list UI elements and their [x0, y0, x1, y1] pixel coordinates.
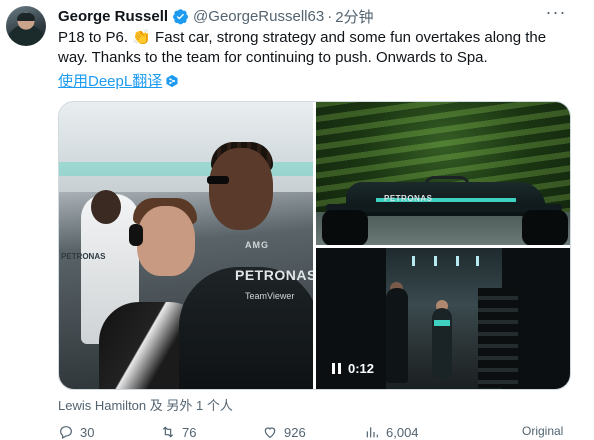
views-button[interactable]: 6,004: [364, 424, 466, 440]
reply-count: 30: [80, 424, 95, 440]
like-count: 926: [284, 424, 306, 440]
view-count: 6,004: [386, 424, 419, 440]
photo-car[interactable]: PETRONAS: [316, 102, 570, 245]
repost-icon: [162, 426, 174, 438]
repost-count: 76: [182, 424, 197, 440]
verified-badge-icon: [173, 8, 188, 24]
like-button[interactable]: 926: [262, 424, 364, 440]
deepl-icon: [166, 74, 178, 87]
action-bar: 30 76 926 6,004: [58, 424, 578, 440]
photo2-car-text: PETRONAS: [384, 194, 433, 203]
photo1-teamviewer-logo: TeamViewer: [245, 291, 295, 301]
timestamp[interactable]: 2分钟: [335, 6, 373, 27]
reply-icon: [60, 426, 72, 440]
original-language-label[interactable]: Original: [522, 424, 563, 438]
heart-icon: [264, 427, 276, 439]
media-grid: PETRONAS AMG PETRONAS TeamViewer PETRONA…: [58, 101, 571, 390]
reply-button[interactable]: 30: [58, 424, 160, 440]
separator: ·: [327, 7, 333, 25]
tweet-header: George Russell @GeorgeRussell63 · 2分钟: [58, 6, 374, 26]
photo1-petronas-logo: PETRONAS: [235, 267, 313, 283]
tagged-people-label: Lewis Hamilton 及 另外 1 个人: [58, 398, 233, 413]
photo-drivers[interactable]: PETRONAS AMG PETRONAS TeamViewer: [59, 102, 313, 389]
photo1-amg-logo: AMG: [245, 240, 269, 250]
repost-button[interactable]: 76: [160, 424, 262, 440]
translate-link[interactable]: 使用DeepL翻译: [58, 70, 179, 91]
pause-icon[interactable]: [332, 363, 341, 374]
video-controls[interactable]: 0:12: [332, 361, 374, 376]
translate-label: 使用DeepL翻译: [58, 73, 163, 90]
video-garage[interactable]: 0:12: [316, 248, 570, 389]
author-name[interactable]: George Russell: [58, 8, 168, 25]
photo1-petronas-small: PETRONAS: [61, 252, 106, 261]
tagged-people[interactable]: Lewis Hamilton 及 另外 1 个人: [58, 395, 233, 414]
tweet-text: P18 to P6. 👏 Fast car, strong strategy a…: [58, 29, 547, 66]
author-handle[interactable]: @GeorgeRussell63: [193, 8, 324, 25]
tweet[interactable]: George Russell @GeorgeRussell63 · 2分钟 ··…: [0, 0, 594, 440]
views-icon: [366, 427, 378, 438]
avatar[interactable]: [6, 6, 46, 46]
video-duration: 0:12: [348, 361, 375, 376]
more-options-button[interactable]: ···: [544, 3, 568, 25]
